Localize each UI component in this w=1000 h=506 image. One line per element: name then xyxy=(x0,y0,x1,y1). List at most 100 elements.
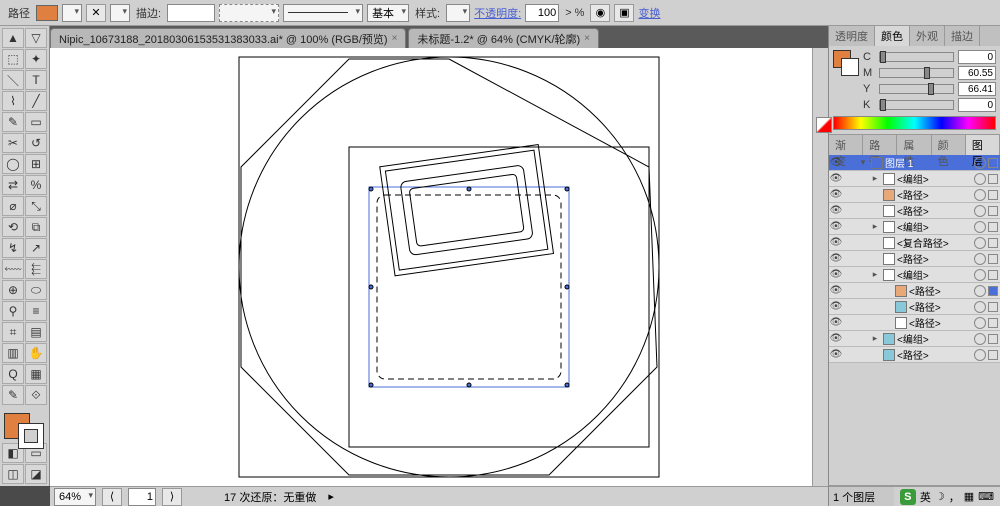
visibility-icon[interactable]: 👁 xyxy=(829,221,843,232)
panel-tab[interactable]: 颜色 xyxy=(932,135,966,155)
panel-tab[interactable]: 属性 xyxy=(897,135,931,155)
tool-button[interactable]: ⟐ xyxy=(25,385,47,405)
tool-button[interactable]: ⬱ xyxy=(25,259,47,279)
ime-icon[interactable]: S xyxy=(900,489,916,505)
tool-button[interactable]: ⧉ xyxy=(25,217,47,237)
panel-tab[interactable]: 外观 xyxy=(910,26,945,46)
style-dd[interactable] xyxy=(446,4,470,22)
close-icon[interactable]: × xyxy=(584,33,590,44)
visibility-icon[interactable]: 👁 xyxy=(829,253,843,264)
selection-indicator[interactable] xyxy=(988,350,998,360)
layer-name[interactable]: <路径> xyxy=(909,299,972,314)
opacity-input[interactable] xyxy=(525,4,559,22)
tool-button[interactable]: ✎ xyxy=(2,385,24,405)
draw-mode-icon[interactable]: ◫ xyxy=(2,464,24,484)
layer-row[interactable]: 👁 ▸ <编组> xyxy=(829,331,1000,347)
target-icon[interactable] xyxy=(974,189,986,201)
tool-button[interactable]: ▥ xyxy=(2,343,24,363)
channel-slider[interactable] xyxy=(879,84,954,94)
tool-button[interactable]: T xyxy=(25,70,47,90)
tool-button[interactable]: % xyxy=(25,175,47,195)
visibility-icon[interactable]: 👁 xyxy=(829,173,843,184)
target-icon[interactable] xyxy=(974,221,986,233)
layer-row[interactable]: 👁▸<编组> xyxy=(829,219,1000,235)
tray-icon[interactable]: ， xyxy=(949,489,960,505)
selection-indicator[interactable] xyxy=(988,302,998,312)
target-icon[interactable] xyxy=(974,333,986,345)
panel-tab[interactable]: 描边 xyxy=(945,26,980,46)
target-icon[interactable] xyxy=(974,349,986,361)
layer-row[interactable]: 👁<路径> xyxy=(829,251,1000,267)
tray-icon[interactable]: ☽ xyxy=(935,490,945,503)
panel-tab[interactable]: 渐变 xyxy=(829,135,863,155)
brush-dd[interactable] xyxy=(283,4,363,22)
selection-indicator[interactable] xyxy=(988,222,998,232)
selection-indicator[interactable] xyxy=(988,270,998,280)
selection-indicator[interactable] xyxy=(988,190,998,200)
selection-indicator[interactable] xyxy=(988,238,998,248)
zoom-dropdown[interactable]: 64% xyxy=(54,488,96,506)
visibility-icon[interactable]: 👁 xyxy=(829,333,843,344)
vertical-scrollbar[interactable] xyxy=(812,48,828,486)
stroke-dropdown[interactable] xyxy=(110,4,130,22)
tool-button[interactable]: ✎ xyxy=(2,112,24,132)
document-tab[interactable]: Nipic_10673188_20180306153531383033.ai* … xyxy=(50,28,406,48)
artboard-input[interactable] xyxy=(128,488,156,506)
stroke-variable-dd[interactable] xyxy=(219,4,279,22)
disclosure-icon[interactable]: ▸ xyxy=(869,333,881,344)
fill-swatch[interactable] xyxy=(36,5,58,21)
tool-button[interactable]: ⇄ xyxy=(2,175,24,195)
layer-name[interactable]: <路径> xyxy=(897,203,972,218)
tool-button[interactable]: ↗ xyxy=(25,238,47,258)
layer-row[interactable]: 👁<复合路径> xyxy=(829,235,1000,251)
layer-name[interactable]: <编组> xyxy=(897,171,972,186)
layer-row[interactable]: 👁<路径> xyxy=(829,315,1000,331)
tool-button[interactable]: ⌀ xyxy=(2,196,24,216)
disclosure-icon[interactable]: ▾ xyxy=(857,157,869,168)
tool-button[interactable]: ⊞ xyxy=(25,154,47,174)
panel-tab[interactable]: 路径 xyxy=(863,135,897,155)
tool-button[interactable]: ▤ xyxy=(25,322,47,342)
disclosure-icon[interactable]: ▸ xyxy=(869,221,881,232)
target-icon[interactable] xyxy=(974,157,986,169)
target-icon[interactable] xyxy=(974,173,986,185)
panel-tab[interactable]: 透明度 xyxy=(829,26,875,46)
selection-indicator[interactable] xyxy=(988,286,998,296)
selection-indicator[interactable] xyxy=(988,318,998,328)
layer-row[interactable]: 👁▸<编组> xyxy=(829,171,1000,187)
tool-button[interactable]: ✦ xyxy=(25,49,47,69)
tool-button[interactable]: ⬭ xyxy=(25,280,47,300)
profile-dd[interactable]: 基本 xyxy=(367,4,409,22)
tool-button[interactable]: ⬚ xyxy=(2,49,24,69)
draw-mode-icon[interactable]: ◪ xyxy=(25,464,47,484)
tool-button[interactable]: ▭ xyxy=(25,112,47,132)
tool-button[interactable]: ◯ xyxy=(2,154,24,174)
tool-button[interactable]: ＼ xyxy=(2,70,24,90)
layer-name[interactable]: <路径> xyxy=(897,187,972,202)
target-icon[interactable] xyxy=(974,205,986,217)
selection-indicator[interactable] xyxy=(988,158,998,168)
tool-button[interactable]: ⌗ xyxy=(2,322,24,342)
tool-button[interactable]: ▽ xyxy=(25,28,47,48)
tray-icon[interactable]: ▦ xyxy=(964,490,974,503)
tool-button[interactable]: ✋ xyxy=(25,343,47,363)
disclosure-icon[interactable]: ▸ xyxy=(869,269,881,280)
channel-value[interactable] xyxy=(958,66,996,80)
tool-button[interactable]: ✂ xyxy=(2,133,24,153)
tool-button[interactable]: ▲ xyxy=(2,28,24,48)
document-tab[interactable]: 未标题-1.2* @ 64% (CMYK/轮廓)× xyxy=(408,28,599,48)
tool-button[interactable]: Q xyxy=(2,364,24,384)
channel-slider[interactable] xyxy=(879,100,954,110)
stroke-weight-input[interactable] xyxy=(167,4,215,22)
close-icon[interactable]: × xyxy=(392,33,398,44)
panel-tab[interactable]: 图层 xyxy=(966,135,1000,155)
stroke-color-icon[interactable] xyxy=(18,423,44,449)
selection-indicator[interactable] xyxy=(988,174,998,184)
layer-name[interactable]: <复合路径> xyxy=(897,235,972,250)
tool-button[interactable]: ▦ xyxy=(25,364,47,384)
layer-name[interactable]: <编组> xyxy=(897,331,972,346)
selection-indicator[interactable] xyxy=(988,254,998,264)
tool-button[interactable]: ↺ xyxy=(25,133,47,153)
channel-slider[interactable] xyxy=(879,52,954,62)
selection-indicator[interactable] xyxy=(988,206,998,216)
